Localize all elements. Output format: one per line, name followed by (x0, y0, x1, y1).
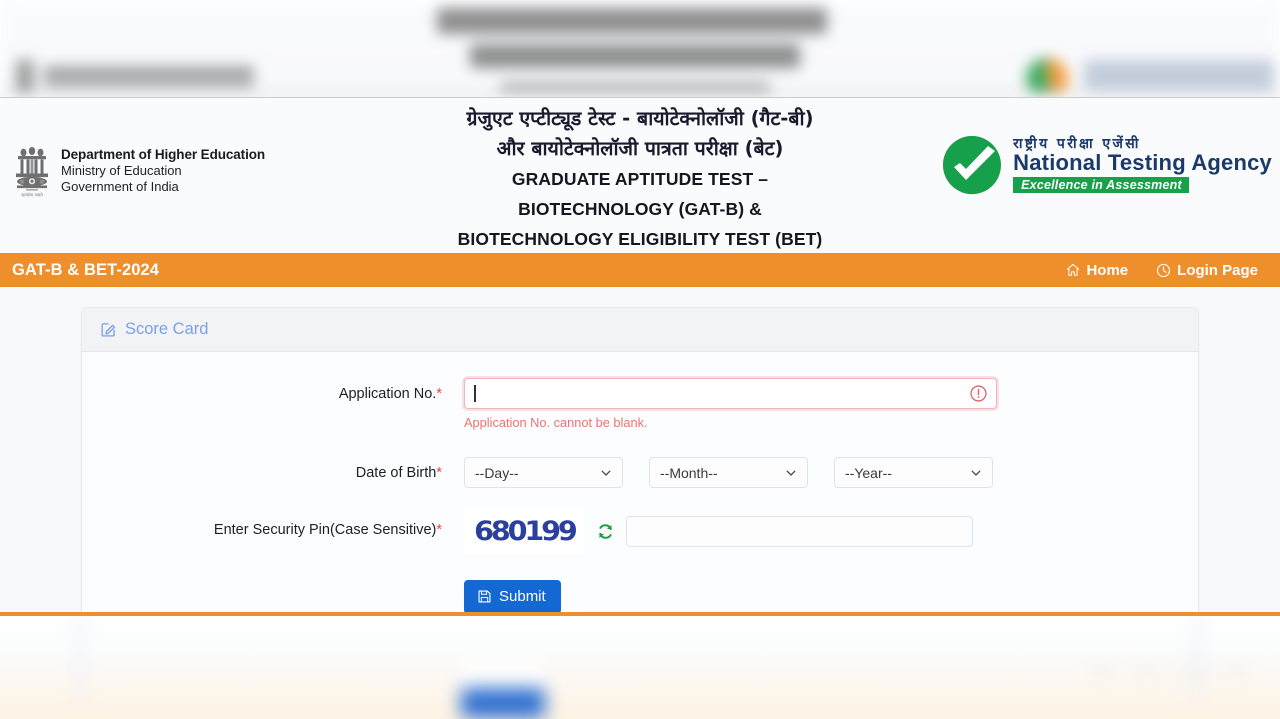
blurred-nta-text (1084, 60, 1274, 90)
page-title-block: ग्रेजुएट एप्टीट्यूड टेस्ट - बायोटेक्नोलॉ… (360, 104, 920, 254)
date-of-birth-required-mark: * (436, 465, 442, 481)
score-card-panel: Score Card Application No.* Application … (81, 307, 1199, 615)
main-navbar: GAT-B & BET-2024 Home Login Page (0, 253, 1280, 287)
navbar-links: Home Login Page (1066, 262, 1258, 279)
chevron-down-icon (971, 470, 981, 476)
chevron-down-icon (601, 470, 611, 476)
page-bottom-rule (0, 612, 1280, 616)
security-pin-label: Enter Security Pin(Case Sensitive)* (82, 508, 464, 538)
government-brand: सत्यमेव जयते Department of Higher Educat… (12, 143, 265, 201)
score-card-panel-header: Score Card (82, 308, 1198, 352)
svg-text:सत्यमेव जयते: सत्यमेव जयते (21, 193, 43, 199)
department-name: Department of Higher Education (61, 147, 266, 162)
dob-day-select[interactable]: --Day-- (464, 457, 623, 488)
dob-year-select[interactable]: --Year-- (834, 457, 993, 488)
application-no-label-text: Application No. (338, 386, 437, 402)
application-no-row: Application No.* Application No. cannot … (82, 378, 1198, 430)
title-hindi-line-2: और बायोटेक्नोलॉजी पात्रता परीक्षा (बेट) (496, 137, 784, 160)
blurred-footer-backdrop (0, 615, 1280, 719)
nav-link-login-page-label: Login Page (1177, 261, 1258, 279)
nta-english-name: National Testing Agency (1013, 149, 1272, 175)
nta-tagline: Excellence in Assessment (1013, 176, 1189, 194)
chevron-down-icon (786, 470, 796, 476)
dob-month-value: --Month-- (660, 464, 718, 481)
dob-year-value: --Year-- (845, 464, 892, 481)
blurred-button-ghost (462, 661, 544, 689)
text-caret (474, 385, 476, 402)
screenshot-viewport: सत्यमेव जयते Department of Higher Educat… (0, 0, 1280, 719)
nav-link-home-label: Home (1086, 261, 1129, 279)
blurred-submit-button (461, 688, 545, 718)
blurred-header-backdrop (0, 0, 1280, 97)
content-area: Score Card Application No.* Application … (0, 287, 1280, 615)
security-pin-label-text: Enter Security Pin(Case Sensitive) (213, 522, 437, 538)
blurred-title-line-3 (500, 82, 770, 97)
navbar-brand: GAT-B & BET-2024 (12, 260, 160, 279)
submit-button-label: Submit (499, 588, 546, 605)
title-hindi-line-1: ग्रेजुएट एप्टीट्यूड टेस्ट - बायोटेक्नोलॉ… (466, 107, 814, 130)
submit-button[interactable]: Submit (464, 580, 561, 614)
blurred-nta-logo (1026, 58, 1068, 97)
score-card-form: Application No.* Application No. cannot … (82, 352, 1198, 615)
clock-icon (1157, 263, 1171, 277)
captcha-image: 680199 (464, 508, 584, 554)
blurred-title-line-1 (437, 8, 827, 34)
title-english-line-2: BIOTECHNOLOGY (GAT-B) & (518, 199, 762, 219)
dob-day-value: --Day-- (475, 464, 519, 481)
score-card-title: Score Card (125, 320, 209, 338)
blurred-card-right-edge (1196, 615, 1200, 703)
date-of-birth-row: Date of Birth* --Day-- --Month-- --Year-… (82, 457, 1198, 488)
nta-brand: राष्ट्रीय परीक्षा एजेंसी National Testin… (941, 134, 1272, 196)
title-english-line-1: GRADUATE APTITUDE TEST – (511, 169, 769, 189)
nav-link-login-page[interactable]: Login Page (1156, 262, 1258, 279)
edit-square-icon (101, 323, 116, 337)
nta-hindi-name: राष्ट्रीय परीक्षा एजेंसी (1013, 135, 1141, 152)
application-no-error-message: Application No. cannot be blank. (464, 415, 648, 430)
application-no-label: Application No.* (82, 378, 464, 402)
submit-row: Submit (82, 580, 1198, 615)
home-icon (1067, 263, 1080, 276)
security-pin-input[interactable] (626, 515, 973, 547)
blurred-title-line-2 (470, 44, 800, 68)
security-pin-required-mark: * (436, 522, 442, 538)
nta-swoosh-logo-icon (943, 136, 1002, 195)
refresh-icon (598, 523, 612, 539)
ministry-name: Ministry of Education (61, 163, 182, 178)
security-pin-row: Enter Security Pin(Case Sensitive)* 6801… (82, 508, 1198, 554)
nav-link-home[interactable]: Home (1066, 262, 1128, 279)
site-header: सत्यमेव जयते Department of Higher Educat… (0, 98, 1280, 253)
save-icon (478, 590, 491, 603)
date-of-birth-label-text: Date of Birth (355, 465, 437, 481)
blurred-card-left-edge (78, 615, 82, 703)
blurred-department-text (44, 66, 254, 88)
blurred-footer-line (1090, 669, 1250, 671)
application-no-input-wrap (464, 378, 997, 409)
india-state-emblem-icon: सत्यमेव जयते (16, 147, 48, 199)
page-content: सत्यमेव जयते Department of Higher Educat… (0, 97, 1280, 615)
captcha-text: 680199 (473, 515, 578, 547)
government-name: Government of India (61, 179, 179, 194)
blurred-emblem (16, 60, 34, 92)
application-no-input[interactable] (464, 378, 997, 409)
dob-month-select[interactable]: --Month-- (649, 457, 808, 488)
title-english-line-3: BIOTECHNOLOGY ELIGIBILITY TEST (BET) (457, 229, 823, 249)
exclamation-circle-icon (970, 385, 987, 402)
date-of-birth-label: Date of Birth* (82, 457, 464, 481)
application-no-required-mark: * (436, 386, 442, 402)
captcha-refresh-button[interactable] (584, 522, 626, 541)
